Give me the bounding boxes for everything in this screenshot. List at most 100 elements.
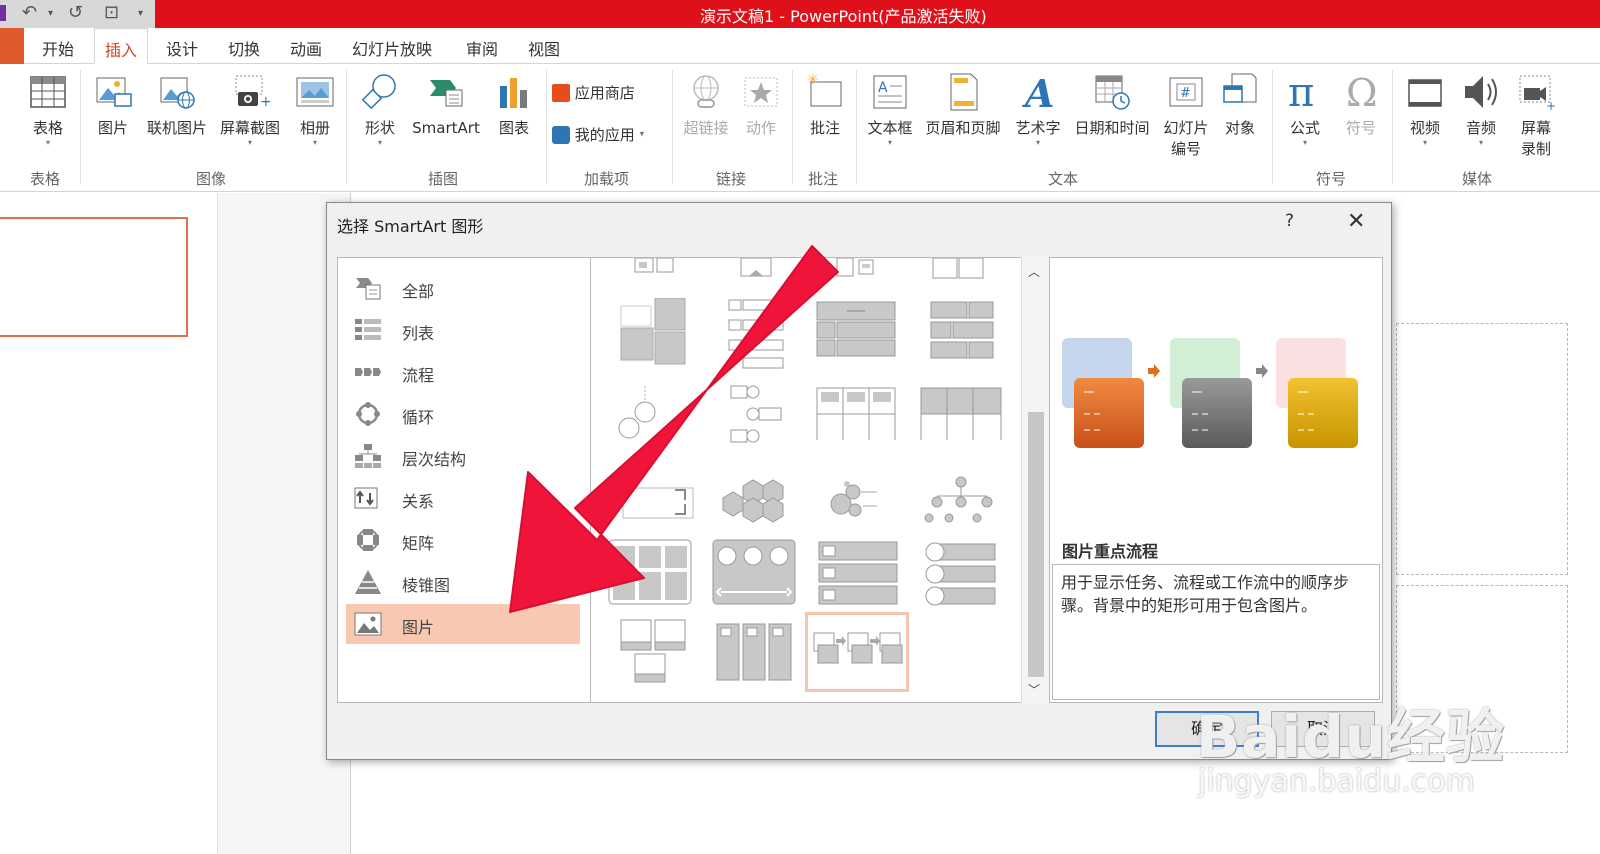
picture-button[interactable]: 图片	[88, 72, 138, 139]
wordart-button[interactable]: A 艺术字 ▾	[1010, 72, 1066, 147]
comment-button[interactable]: ✳ 批注	[802, 72, 848, 139]
layout-thumbnail[interactable]	[599, 384, 699, 458]
scrollbar-thumb[interactable]	[1028, 412, 1044, 677]
redo-icon[interactable]: ↺	[68, 2, 83, 23]
action-button[interactable]: 动作	[738, 72, 784, 139]
store-button[interactable]: 应用商店	[552, 82, 652, 103]
layout-thumbnail[interactable]	[807, 538, 907, 610]
photo-album-button[interactable]: 相册 ▾	[290, 72, 340, 147]
category-all[interactable]: 全部	[346, 268, 580, 308]
chart-label: 图表	[498, 119, 529, 137]
header-footer-button[interactable]: 页眉和页脚	[918, 72, 1008, 139]
symbol-button[interactable]: Ω 符号	[1336, 72, 1386, 139]
baidu-watermark-logo: Baidu经验	[1196, 703, 1506, 771]
close-button[interactable]: ✕	[1347, 209, 1365, 234]
layout-thumbnail[interactable]	[703, 257, 803, 280]
header-footer-icon	[950, 73, 978, 111]
undo-icon[interactable]: ↶	[22, 2, 37, 23]
layout-thumbnail[interactable]	[599, 462, 699, 536]
file-tab[interactable]	[0, 28, 24, 64]
title-placeholder[interactable]	[1396, 323, 1568, 575]
layout-thumbnail-selected[interactable]	[805, 612, 909, 692]
tab-home[interactable]: 开始	[42, 36, 74, 60]
layout-thumbnail[interactable]	[703, 384, 803, 458]
screen-recording-button[interactable]: + 屏幕 录制	[1512, 72, 1560, 160]
layout-thumbnail[interactable]	[807, 298, 907, 372]
layout-thumbnail[interactable]	[703, 298, 803, 372]
date-time-button[interactable]: 日期和时间	[1068, 72, 1156, 139]
layout-thumbnail[interactable]	[911, 298, 1011, 372]
tab-review[interactable]: 审阅	[466, 36, 498, 60]
layout-thumbnail[interactable]	[703, 614, 803, 694]
category-list-item[interactable]: 列表	[346, 310, 580, 350]
picture-label: 图片	[97, 119, 128, 137]
slide-thumbnail[interactable]	[0, 217, 188, 337]
layout-thumbnail[interactable]	[911, 538, 1011, 610]
equation-button[interactable]: π 公式 ▾	[1280, 72, 1330, 147]
audio-label: 音频	[1465, 119, 1496, 137]
tab-animations[interactable]: 动画	[290, 36, 322, 60]
audio-button[interactable]: 音频 ▾	[1456, 72, 1506, 147]
layout-thumbnail[interactable]	[703, 462, 803, 536]
shapes-button[interactable]: 形状 ▾	[356, 72, 404, 147]
category-label: 循环	[402, 408, 435, 427]
group-separator	[546, 70, 547, 184]
tab-insert[interactable]: 插入	[94, 28, 149, 64]
category-pyramid[interactable]: 棱锥图	[346, 562, 580, 602]
group-separator	[792, 70, 793, 184]
hierarchy-icon	[355, 444, 381, 468]
scroll-up-icon[interactable]: ︿	[1028, 263, 1040, 280]
category-cycle[interactable]: 循环	[346, 394, 580, 434]
layout-thumbnail[interactable]	[807, 384, 907, 458]
customize-qat-icon[interactable]: ▾	[138, 8, 143, 19]
undo-dropdown-icon[interactable]: ▾	[48, 8, 53, 19]
dialog-title: 选择 SmartArt 图形	[337, 217, 484, 236]
textbox-button[interactable]: A 文本框 ▾	[862, 72, 918, 147]
smartart-dialog: 选择 SmartArt 图形 ? ✕ 全部 列表 流程 循环 层次结构 关系 矩…	[326, 202, 1392, 760]
smartart-button[interactable]: SmartArt	[406, 72, 486, 139]
layout-thumbnail[interactable]	[911, 384, 1011, 458]
category-matrix[interactable]: 矩阵	[346, 520, 580, 560]
scroll-down-icon[interactable]: ﹀	[1028, 681, 1040, 698]
tab-view[interactable]: 视图	[528, 36, 560, 60]
slide-number-button[interactable]: # 幻灯片 编号	[1158, 72, 1214, 160]
layout-thumbnail[interactable]	[911, 257, 1011, 282]
layout-thumbnail-icon	[618, 386, 656, 439]
presentation-start-icon[interactable]: ⊡	[104, 2, 119, 23]
pyramid-icon	[355, 570, 381, 594]
layout-thumbnail[interactable]	[599, 538, 699, 610]
slide-number-label-2: 编号	[1170, 140, 1201, 158]
layout-thumbnail[interactable]	[599, 614, 699, 694]
layout-thumbnail-icon	[728, 299, 784, 369]
group-label-text: 文本	[1048, 170, 1079, 188]
layout-thumbnail[interactable]	[599, 257, 699, 278]
layout-thumbnail[interactable]	[911, 462, 1011, 536]
gallery-scrollbar[interactable]: ︿ ﹀	[1021, 257, 1049, 703]
my-apps-button[interactable]: 我的应用 ▾	[552, 124, 672, 145]
layout-thumbnail[interactable]	[807, 462, 907, 536]
table-button[interactable]: 表格 ▾	[22, 72, 74, 147]
category-picture[interactable]: 图片	[346, 604, 580, 644]
group-separator	[1392, 70, 1393, 184]
online-picture-button[interactable]: 联机图片	[142, 72, 212, 139]
equation-icon: π	[1288, 72, 1314, 112]
layout-thumbnail[interactable]	[703, 538, 803, 610]
title-bar: ↶ ▾ ↺ ⊡ ▾ 演示文稿1 - PowerPoint(产品激活失败)	[0, 0, 1600, 28]
layout-thumbnail[interactable]	[807, 257, 907, 282]
category-relationship[interactable]: 关系	[346, 478, 580, 518]
video-button[interactable]: 视频 ▾	[1400, 72, 1450, 147]
category-process[interactable]: 流程	[346, 352, 580, 392]
tab-design[interactable]: 设计	[166, 36, 198, 60]
hyperlink-button[interactable]: 超链接	[678, 72, 734, 139]
chevron-down-icon: ▾	[887, 138, 892, 147]
category-hierarchy[interactable]: 层次结构	[346, 436, 580, 476]
layout-thumbnail[interactable]	[599, 297, 699, 372]
tab-transitions[interactable]: 切换	[228, 36, 260, 60]
date-time-icon	[1095, 75, 1130, 110]
object-button[interactable]: 对象	[1216, 72, 1264, 139]
tab-slideshow[interactable]: 幻灯片放映	[352, 36, 432, 60]
screenshot-button[interactable]: + 屏幕截图 ▾	[214, 72, 286, 147]
chart-button[interactable]: 图表	[490, 72, 538, 139]
help-button[interactable]: ?	[1285, 211, 1294, 231]
shapes-label: 形状	[364, 119, 395, 137]
